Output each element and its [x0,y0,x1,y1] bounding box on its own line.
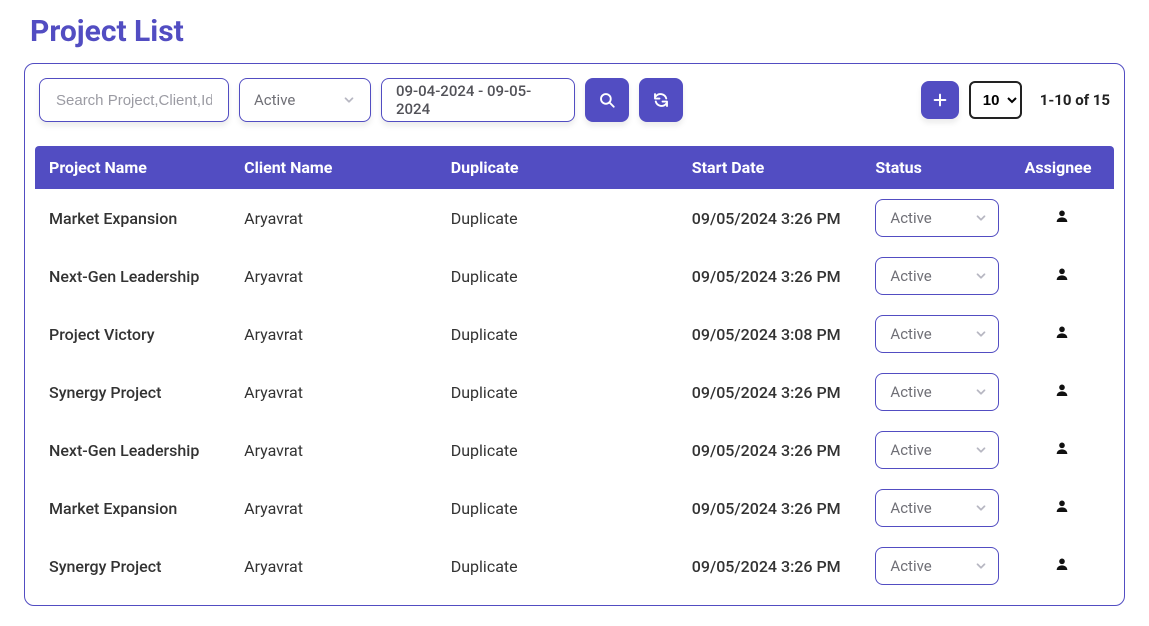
status-select[interactable]: Active [875,373,999,411]
cell-duplicate[interactable]: Duplicate [437,189,678,247]
date-range-input[interactable]: 09-04-2024 - 09-05-2024 [381,78,575,122]
status-select[interactable]: Active [875,489,999,527]
cell-project-name: Project Victory [35,305,230,363]
cell-client-name: Aryavrat [230,189,437,247]
status-value: Active [890,383,931,401]
th-client-name[interactable]: Client Name [230,146,437,189]
cell-client-name: Aryavrat [230,363,437,421]
th-start-date[interactable]: Start Date [678,146,862,189]
th-assignee[interactable]: Assignee [1011,146,1114,189]
projects-table: Project Name Client Name Duplicate Start… [35,146,1114,595]
cell-duplicate[interactable]: Duplicate [437,247,678,305]
status-filter-value: Active [254,91,295,109]
user-icon[interactable] [1054,265,1070,283]
status-value: Active [890,325,931,343]
th-status[interactable]: Status [861,146,1010,189]
cell-duplicate[interactable]: Duplicate [437,479,678,537]
search-input[interactable] [54,91,214,110]
status-filter-select[interactable]: Active [239,78,371,122]
user-icon[interactable] [1054,323,1070,341]
table-row: Market Expansion Aryavrat Duplicate 09/0… [35,479,1114,537]
panel: Active 09-04-2024 - 09-05-2024 [24,63,1125,606]
chevron-down-icon [974,211,988,225]
status-value: Active [890,209,931,227]
cell-duplicate[interactable]: Duplicate [437,305,678,363]
status-value: Active [890,441,931,459]
cell-project-name: Market Expansion [35,189,230,247]
cell-client-name: Aryavrat [230,305,437,363]
status-value: Active [890,499,931,517]
page-size-select[interactable]: 10 [969,81,1022,119]
toolbar: Active 09-04-2024 - 09-05-2024 [35,78,1114,122]
table-row: Market Expansion Aryavrat Duplicate 09/0… [35,189,1114,247]
cell-start-date: 09/05/2024 3:26 PM [678,537,862,595]
cell-start-date: 09/05/2024 3:08 PM [678,305,862,363]
cell-project-name: Market Expansion [35,479,230,537]
search-icon [598,91,616,109]
cell-start-date: 09/05/2024 3:26 PM [678,421,862,479]
status-select[interactable]: Active [875,199,999,237]
chevron-down-icon [974,501,988,515]
cell-duplicate[interactable]: Duplicate [437,537,678,595]
cell-project-name: Next-Gen Leadership [35,421,230,479]
refresh-button[interactable] [639,78,683,122]
cell-start-date: 09/05/2024 3:26 PM [678,247,862,305]
table-row: Synergy Project Aryavrat Duplicate 09/05… [35,537,1114,595]
cell-start-date: 09/05/2024 3:26 PM [678,479,862,537]
date-range-value: 09-04-2024 - 09-05-2024 [396,82,560,118]
status-value: Active [890,557,931,575]
pagination-text: 1-10 of 15 [1040,91,1110,109]
user-icon[interactable] [1054,497,1070,515]
page-title: Project List [30,14,1125,49]
chevron-down-icon [974,559,988,573]
user-icon[interactable] [1054,207,1070,225]
user-icon[interactable] [1054,439,1070,457]
cell-client-name: Aryavrat [230,247,437,305]
chevron-down-icon [974,269,988,283]
chevron-down-icon [974,327,988,341]
user-icon[interactable] [1054,381,1070,399]
cell-project-name: Synergy Project [35,537,230,595]
chevron-down-icon [974,443,988,457]
refresh-icon [652,91,670,109]
cell-client-name: Aryavrat [230,421,437,479]
chevron-down-icon [974,385,988,399]
cell-client-name: Aryavrat [230,537,437,595]
th-project-name[interactable]: Project Name [35,146,230,189]
status-select[interactable]: Active [875,315,999,353]
add-button[interactable] [921,81,959,119]
status-select[interactable]: Active [875,431,999,469]
status-value: Active [890,267,931,285]
chevron-down-icon [342,93,356,107]
table-row: Synergy Project Aryavrat Duplicate 09/05… [35,363,1114,421]
cell-project-name: Synergy Project [35,363,230,421]
status-select[interactable]: Active [875,547,999,585]
cell-client-name: Aryavrat [230,479,437,537]
table-row: Next-Gen Leadership Aryavrat Duplicate 0… [35,247,1114,305]
cell-project-name: Next-Gen Leadership [35,247,230,305]
cell-duplicate[interactable]: Duplicate [437,363,678,421]
search-input-wrapper[interactable] [39,78,229,122]
table-row: Project Victory Aryavrat Duplicate 09/05… [35,305,1114,363]
table-row: Next-Gen Leadership Aryavrat Duplicate 0… [35,421,1114,479]
th-duplicate[interactable]: Duplicate [437,146,678,189]
plus-icon [932,92,948,108]
cell-start-date: 09/05/2024 3:26 PM [678,189,862,247]
cell-duplicate[interactable]: Duplicate [437,421,678,479]
status-select[interactable]: Active [875,257,999,295]
search-button[interactable] [585,78,629,122]
cell-start-date: 09/05/2024 3:26 PM [678,363,862,421]
